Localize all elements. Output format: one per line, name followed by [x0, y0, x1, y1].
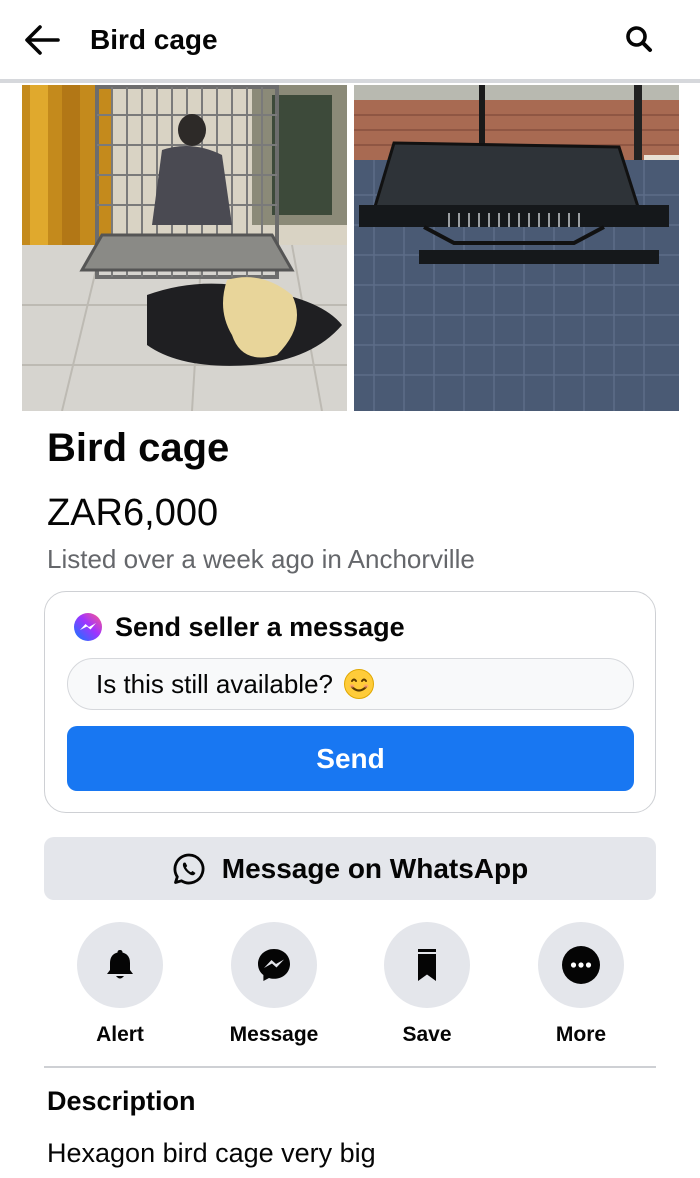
- more-action[interactable]: More: [536, 922, 626, 1048]
- top-bar: Bird cage: [0, 0, 700, 80]
- back-button[interactable]: [22, 22, 62, 58]
- send-message-heading: Send seller a message: [115, 611, 405, 642]
- messenger-icon: [258, 949, 290, 981]
- save-action[interactable]: Save: [382, 922, 472, 1048]
- message-button[interactable]: [231, 922, 317, 1008]
- whatsapp-icon: [173, 853, 205, 884]
- message-action[interactable]: Message: [229, 922, 319, 1048]
- message-input-text: Is this still available?: [96, 668, 333, 699]
- alert-button[interactable]: [77, 922, 163, 1008]
- more-button[interactable]: [538, 922, 624, 1008]
- smiling-face-emoji: [344, 669, 374, 699]
- listing-meta: Listed over a week ago in Anchorville: [47, 544, 475, 574]
- message-label: Message: [229, 1023, 319, 1046]
- more-dots-icon: [562, 946, 600, 984]
- listing-price: ZAR6,000: [47, 492, 219, 534]
- whatsapp-label: Message on WhatsApp: [221, 852, 529, 884]
- send-message-card: Send seller a message Is this still avai…: [44, 591, 656, 813]
- message-input[interactable]: Is this still available?: [67, 658, 634, 710]
- page-title: Bird cage: [90, 24, 218, 55]
- search-button[interactable]: [624, 24, 654, 54]
- messenger-icon: [74, 613, 102, 641]
- alert-label: Alert: [96, 1023, 144, 1046]
- search-icon: [626, 26, 652, 52]
- more-label: More: [555, 1023, 607, 1046]
- send-message-header: Send seller a message: [73, 610, 405, 644]
- description-heading: Description: [47, 1086, 196, 1116]
- send-button[interactable]: Send: [67, 726, 634, 791]
- bird-cage-photo-2[interactable]: [354, 85, 679, 411]
- arrow-left-icon: [25, 25, 60, 55]
- section-divider: [44, 1066, 656, 1068]
- save-button[interactable]: [384, 922, 470, 1008]
- description-text: Hexagon bird cage very big: [47, 1138, 376, 1168]
- bookmark-icon: [418, 949, 436, 981]
- header-divider: [0, 79, 700, 83]
- save-label: Save: [402, 1023, 452, 1046]
- photo-gallery: [22, 85, 679, 411]
- alert-action[interactable]: Alert: [75, 922, 165, 1048]
- listing-title: Bird cage: [47, 426, 230, 470]
- message-on-whatsapp-button[interactable]: Message on WhatsApp: [44, 837, 656, 900]
- bird-cage-photo-1[interactable]: [22, 85, 347, 411]
- bell-icon: [107, 950, 133, 979]
